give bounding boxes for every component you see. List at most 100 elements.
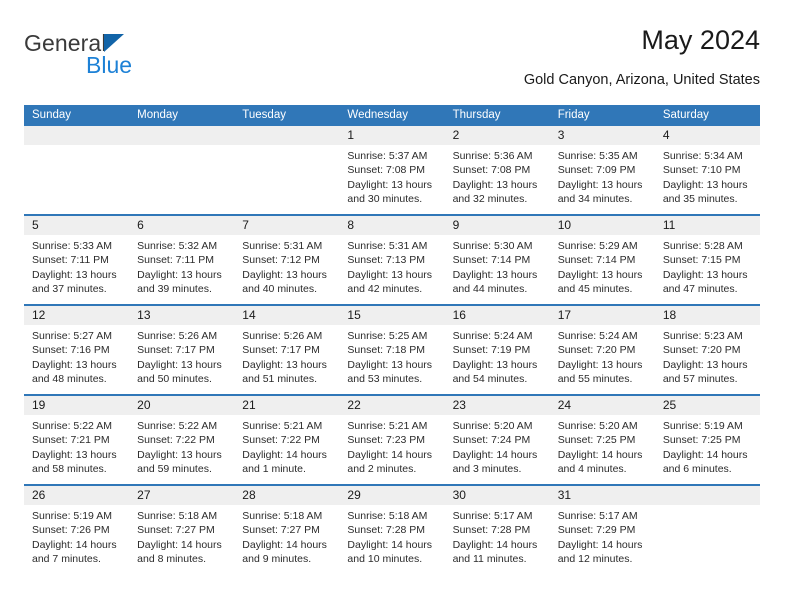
sunset-text: Sunset: 7:14 PM bbox=[452, 254, 531, 267]
sunset-text: Sunset: 7:08 PM bbox=[452, 164, 531, 177]
day-number-band: 7 bbox=[234, 216, 340, 235]
daylight-text: Daylight: 13 hours bbox=[452, 358, 538, 371]
day-details: Sunrise: 5:28 AM Sunset: 7:15 PM Daylight:… bbox=[655, 235, 760, 297]
sunrise-text: Sunrise: 5:18 AM bbox=[137, 510, 218, 522]
calendar-day-cell[interactable]: 9 Sunrise: 5:30 AM Sunset: 7:14 PM Daylight… bbox=[444, 216, 550, 304]
day-details: Sunrise: 5:20 AM Sunset: 7:25 PM Daylight:… bbox=[550, 415, 655, 477]
day-details: Sunrise: 5:26 AM Sunset: 7:17 PM Daylight:… bbox=[129, 325, 234, 387]
sunset-text: Sunset: 7:14 PM bbox=[557, 254, 636, 267]
sunset-text: Sunset: 7:21 PM bbox=[32, 434, 110, 447]
calendar-day-cell[interactable]: 30 Sunrise: 5:17 AM Sunset: 7:28 PM Dayligh… bbox=[444, 486, 550, 568]
calendar-day-cell[interactable]: 3 Sunrise: 5:35 AM Sunset: 7:09 PM Daylight… bbox=[549, 126, 655, 214]
calendar-day-cell[interactable]: 21 Sunrise: 5:21 AM Sunset: 7:22 PM Dayligh… bbox=[234, 396, 340, 484]
day-number-band: 4 bbox=[654, 126, 760, 145]
calendar-day-cell[interactable]: 5 Sunrise: 5:33 AM Sunset: 7:11 PM Daylight… bbox=[24, 216, 130, 304]
calendar-day-cell[interactable]: 15 Sunrise: 5:25 AM Sunset: 7:18 PM Dayligh… bbox=[339, 306, 445, 394]
weekday-header-saturday: Saturday bbox=[662, 109, 709, 121]
day-number: 12 bbox=[32, 308, 46, 322]
calendar-day-cell[interactable]: 24 Sunrise: 5:20 AM Sunset: 7:25 PM Dayligh… bbox=[549, 396, 655, 484]
calendar-day-cell[interactable]: 20 Sunrise: 5:22 AM Sunset: 7:22 PM Dayligh… bbox=[129, 396, 235, 484]
sunset-text: Sunset: 7:28 PM bbox=[347, 524, 426, 537]
day-details: Sunrise: 5:37 AM Sunset: 7:08 PM Daylight:… bbox=[339, 145, 444, 207]
sunset-text: Sunset: 7:27 PM bbox=[137, 524, 215, 537]
sunrise-text: Sunrise: 5:20 AM bbox=[452, 420, 533, 432]
calendar-day-cell[interactable]: 6 Sunrise: 5:32 AM Sunset: 7:11 PM Daylight… bbox=[129, 216, 235, 304]
weekday-header-sunday: Sunday bbox=[32, 109, 72, 121]
day-number-band: 28 bbox=[234, 486, 340, 505]
week-row: 26 Sunrise: 5:19 AM Sunset: 7:26 PM Dayligh… bbox=[24, 484, 760, 568]
calendar-day-cell[interactable]: 19 Sunrise: 5:22 AM Sunset: 7:21 PM Dayligh… bbox=[24, 396, 130, 484]
daylight-text: and 8 minutes. bbox=[137, 553, 207, 566]
calendar-day-cell[interactable]: 18 Sunrise: 5:23 AM Sunset: 7:20 PM Dayligh… bbox=[654, 306, 760, 394]
calendar-day-empty bbox=[129, 126, 235, 214]
day-details: Sunrise: 5:20 AM Sunset: 7:24 PM Daylight:… bbox=[445, 415, 550, 477]
day-details: Sunrise: 5:35 AM Sunset: 7:09 PM Daylight:… bbox=[550, 145, 655, 207]
day-number-band: 2 bbox=[444, 126, 550, 145]
calendar-day-cell[interactable]: 7 Sunrise: 5:31 AM Sunset: 7:12 PM Daylight… bbox=[234, 216, 340, 304]
daylight-text: Daylight: 13 hours bbox=[137, 448, 222, 461]
sunrise-text: Sunrise: 5:18 AM bbox=[347, 510, 428, 522]
weekday-header-tuesday: Tuesday bbox=[242, 109, 286, 121]
day-number-band: 6 bbox=[129, 216, 235, 235]
calendar-day-cell[interactable]: 26 Sunrise: 5:19 AM Sunset: 7:26 PM Dayligh… bbox=[24, 486, 130, 568]
daylight-text: and 44 minutes. bbox=[452, 283, 528, 296]
weekday-header-row: Sunday Monday Tuesday Wednesday Thursday Frid… bbox=[24, 105, 760, 126]
calendar-day-cell[interactable]: 1 Sunrise: 5:37 AM Sunset: 7:08 PM Daylight… bbox=[339, 126, 445, 214]
calendar-day-cell[interactable]: 16 Sunrise: 5:24 AM Sunset: 7:19 PM Dayligh… bbox=[444, 306, 550, 394]
sunset-text: Sunset: 7:13 PM bbox=[347, 254, 426, 267]
calendar-day-cell[interactable]: 11 Sunrise: 5:28 AM Sunset: 7:15 PM Dayligh… bbox=[654, 216, 760, 304]
calendar-day-cell[interactable]: 22 Sunrise: 5:21 AM Sunset: 7:23 PM Dayligh… bbox=[339, 396, 445, 484]
calendar-day-cell[interactable]: 27 Sunrise: 5:18 AM Sunset: 7:27 PM Dayligh… bbox=[129, 486, 235, 568]
day-number-band: 30 bbox=[444, 486, 550, 505]
calendar-day-cell[interactable]: 4 Sunrise: 5:34 AM Sunset: 7:10 PM Daylight… bbox=[654, 126, 760, 214]
calendar-page: General Blue May 2024 Gold Canyon, Arizo… bbox=[0, 0, 792, 612]
calendar-day-cell[interactable]: 8 Sunrise: 5:31 AM Sunset: 7:13 PM Daylight… bbox=[339, 216, 445, 304]
day-number: 4 bbox=[662, 128, 670, 142]
sunset-text: Sunset: 7:11 PM bbox=[137, 254, 214, 267]
day-number: 22 bbox=[347, 398, 361, 412]
day-number: 5 bbox=[32, 218, 39, 232]
daylight-text: and 58 minutes. bbox=[32, 463, 107, 476]
calendar-day-cell[interactable]: 12 Sunrise: 5:27 AM Sunset: 7:16 PM Dayligh… bbox=[24, 306, 130, 394]
calendar-day-cell[interactable]: 13 Sunrise: 5:26 AM Sunset: 7:17 PM Dayligh… bbox=[129, 306, 235, 394]
daylight-text: Daylight: 14 hours bbox=[242, 538, 327, 551]
day-number-band: 11 bbox=[654, 216, 760, 235]
calendar-day-cell[interactable]: 25 Sunrise: 5:19 AM Sunset: 7:25 PM Dayligh… bbox=[654, 396, 760, 484]
calendar-day-cell[interactable]: 17 Sunrise: 5:24 AM Sunset: 7:20 PM Dayligh… bbox=[549, 306, 655, 394]
page-header: General Blue May 2024 Gold Canyon, Arizo… bbox=[24, 24, 760, 96]
daylight-text: and 57 minutes. bbox=[662, 373, 738, 386]
day-number-band: 29 bbox=[339, 486, 445, 505]
day-number-band: 16 bbox=[444, 306, 550, 325]
calendar-day-cell[interactable]: 28 Sunrise: 5:18 AM Sunset: 7:27 PM Dayligh… bbox=[234, 486, 340, 568]
day-number-band: 12 bbox=[24, 306, 130, 325]
daylight-text: Daylight: 14 hours bbox=[32, 538, 117, 551]
day-details: Sunrise: 5:24 AM Sunset: 7:19 PM Daylight:… bbox=[445, 325, 550, 387]
daylight-text: and 42 minutes. bbox=[347, 283, 423, 296]
day-details: Sunrise: 5:27 AM Sunset: 7:16 PM Daylight:… bbox=[24, 325, 129, 387]
sunrise-text: Sunrise: 5:36 AM bbox=[452, 150, 533, 162]
day-number: 28 bbox=[242, 488, 256, 502]
daylight-text: Daylight: 14 hours bbox=[347, 448, 433, 461]
day-number-band: 23 bbox=[444, 396, 550, 415]
calendar-day-cell[interactable]: 29 Sunrise: 5:18 AM Sunset: 7:28 PM Dayligh… bbox=[339, 486, 445, 568]
day-details: Sunrise: 5:31 AM Sunset: 7:12 PM Daylight:… bbox=[234, 235, 339, 297]
sunset-text: Sunset: 7:24 PM bbox=[452, 434, 531, 447]
calendar-day-cell[interactable]: 23 Sunrise: 5:20 AM Sunset: 7:24 PM Dayligh… bbox=[444, 396, 550, 484]
calendar-day-cell[interactable]: 2 Sunrise: 5:36 AM Sunset: 7:08 PM Daylight… bbox=[444, 126, 550, 214]
day-number: 21 bbox=[242, 398, 256, 412]
daylight-text: Daylight: 13 hours bbox=[347, 268, 433, 281]
calendar-day-empty bbox=[24, 126, 130, 214]
daylight-text: Daylight: 14 hours bbox=[557, 448, 643, 461]
calendar-day-cell[interactable]: 31 Sunrise: 5:17 AM Sunset: 7:29 PM Dayligh… bbox=[549, 486, 655, 568]
day-details: Sunrise: 5:31 AM Sunset: 7:13 PM Daylight:… bbox=[339, 235, 444, 297]
day-details: Sunrise: 5:17 AM Sunset: 7:29 PM Daylight:… bbox=[550, 505, 655, 567]
daylight-text: Daylight: 13 hours bbox=[137, 268, 222, 281]
day-number-band: 26 bbox=[24, 486, 130, 505]
calendar-day-cell[interactable]: 14 Sunrise: 5:26 AM Sunset: 7:17 PM Dayligh… bbox=[234, 306, 340, 394]
day-number: 9 bbox=[452, 218, 460, 232]
day-number: 7 bbox=[242, 218, 249, 232]
day-number-band: 8 bbox=[339, 216, 445, 235]
calendar-day-cell[interactable]: 10 Sunrise: 5:29 AM Sunset: 7:14 PM Dayligh… bbox=[549, 216, 655, 304]
day-number: 26 bbox=[32, 488, 46, 502]
day-number-band: 27 bbox=[129, 486, 235, 505]
